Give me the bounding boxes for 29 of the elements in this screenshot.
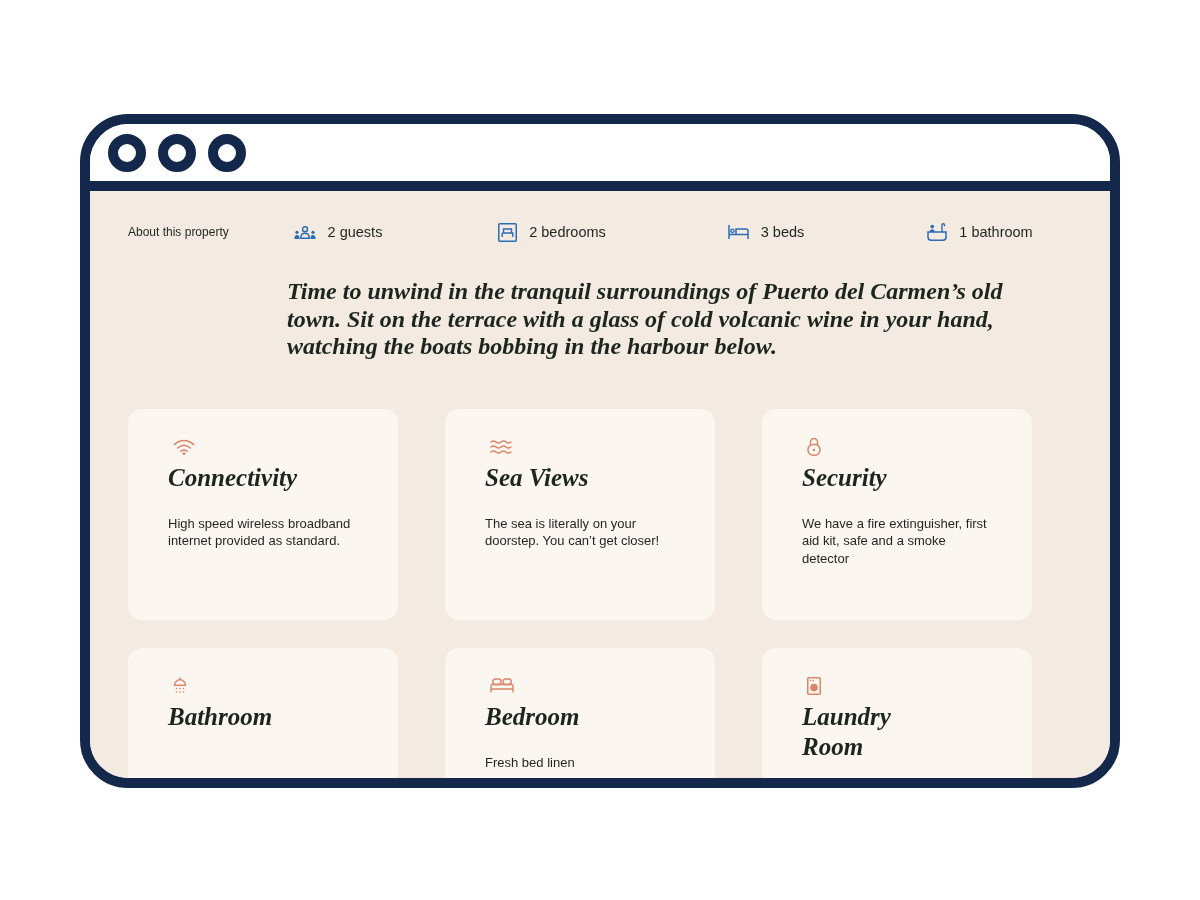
- bed-icon: [727, 225, 749, 239]
- people-icon: [293, 225, 316, 239]
- card-title: Sea Views: [485, 462, 590, 493]
- padlock-icon: [807, 437, 821, 456]
- ring-icon: [158, 133, 196, 172]
- double-bed-icon: [490, 678, 514, 693]
- section-label: About this property: [128, 225, 230, 239]
- wifi-icon: [173, 438, 195, 455]
- card-title: Laundry Room: [802, 701, 892, 762]
- washing-machine-icon: [807, 676, 821, 695]
- stat-text: 2 bedrooms: [529, 224, 606, 240]
- intro-text: Time to unwind in the tranquil surroundings of Puerto del Carmen’s old town. Sit on the terrace with a glass of cold volcanic wine in your hand, watching the boats bobbing in the harbour below.: [287, 278, 1004, 361]
- framed-bed-icon: [498, 222, 518, 242]
- card-description: The sea is literally on your doorstep. You can’t get closer!: [485, 514, 661, 550]
- stat-text: 2 guests: [327, 224, 383, 240]
- card-title: Connectivity: [168, 462, 299, 493]
- ring-icon: [208, 133, 246, 172]
- waves-icon: [490, 438, 512, 455]
- card-description: We have a fire extinguisher, first aid kit, safe and a smoke detector: [802, 514, 988, 567]
- card-title: Security: [802, 462, 888, 493]
- card-title: Bathroom: [168, 701, 274, 732]
- stat-text: 1 bathroom: [959, 224, 1033, 240]
- shower-icon: [173, 677, 187, 694]
- stat-text: 3 beds: [760, 224, 805, 240]
- card-title: Bedroom: [485, 701, 581, 732]
- card-description: High speed wireless broadband internet provided as standard.: [168, 514, 352, 550]
- card-description: Fresh bed linen: [485, 753, 576, 771]
- bathtub-icon: [927, 223, 948, 241]
- ring-icon: [108, 133, 146, 172]
